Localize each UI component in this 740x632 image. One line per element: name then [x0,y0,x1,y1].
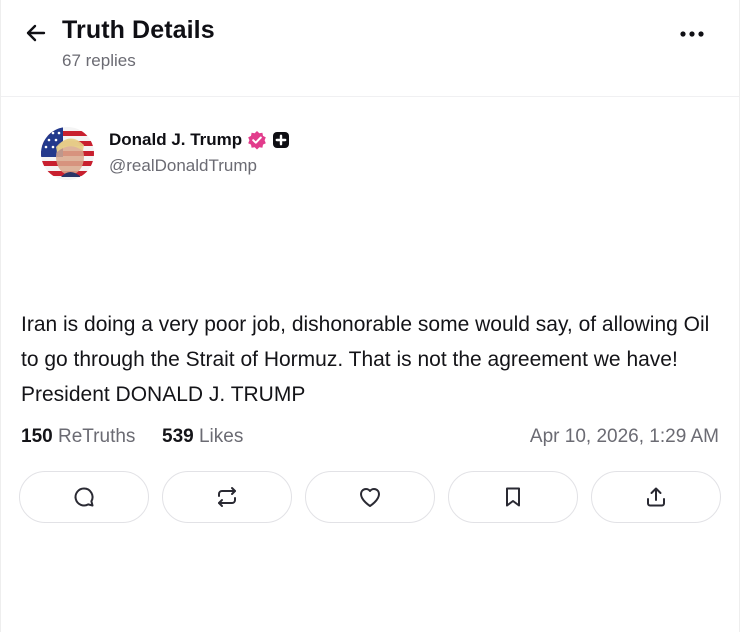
author-row: Donald J. Trump @realDonaldTrump [21,97,719,189]
retruth-button[interactable] [162,471,292,523]
heart-icon [360,488,380,507]
avatar-image [41,127,94,180]
like-button[interactable] [305,471,435,523]
page-header: Truth Details 67 replies [1,0,739,97]
post-text: Iran is doing a very poor job, dishonora… [21,313,710,406]
reply-icon [74,487,94,507]
author-name[interactable]: Donald J. Trump [109,130,242,150]
action-bar [19,471,723,525]
bookmark-button[interactable] [448,471,578,523]
arrow-left-icon [26,24,46,42]
more-dots-icon [680,31,704,37]
premium-badge-icon [273,132,290,148]
likes-count: 539 [162,426,194,447]
bookmark-icon [506,487,520,507]
author-name-line: Donald J. Trump [109,130,290,150]
verified-badge-icon [248,131,266,150]
post: Donald J. Trump @realDonaldTrump Iran is… [1,97,739,523]
likes-label: Likes [198,426,244,447]
post-stats: 150 ReTruths 539 Likes Apr 10, 2026, 1:2… [21,426,719,452]
page-title: Truth Details [62,16,215,44]
post-timestamp: Apr 10, 2026, 1:29 AM [529,426,719,447]
reply-button[interactable] [19,471,149,523]
author-handle[interactable]: @realDonaldTrump [109,156,257,176]
more-options-button[interactable] [677,22,707,46]
back-button[interactable] [21,18,51,48]
share-icon [647,487,665,507]
share-button[interactable] [591,471,721,523]
likes-stat[interactable]: 539 Likes [162,426,243,448]
retruths-count: 150 [21,426,53,447]
retruth-icon [218,487,236,507]
reply-count: 67 replies [62,51,136,70]
retruths-stat[interactable]: 150 ReTruths [21,426,135,448]
retruths-label: ReTruths [57,426,136,447]
avatar[interactable] [41,127,94,180]
truth-details-page: Truth Details 67 replies Donald J. Trump… [0,0,740,632]
